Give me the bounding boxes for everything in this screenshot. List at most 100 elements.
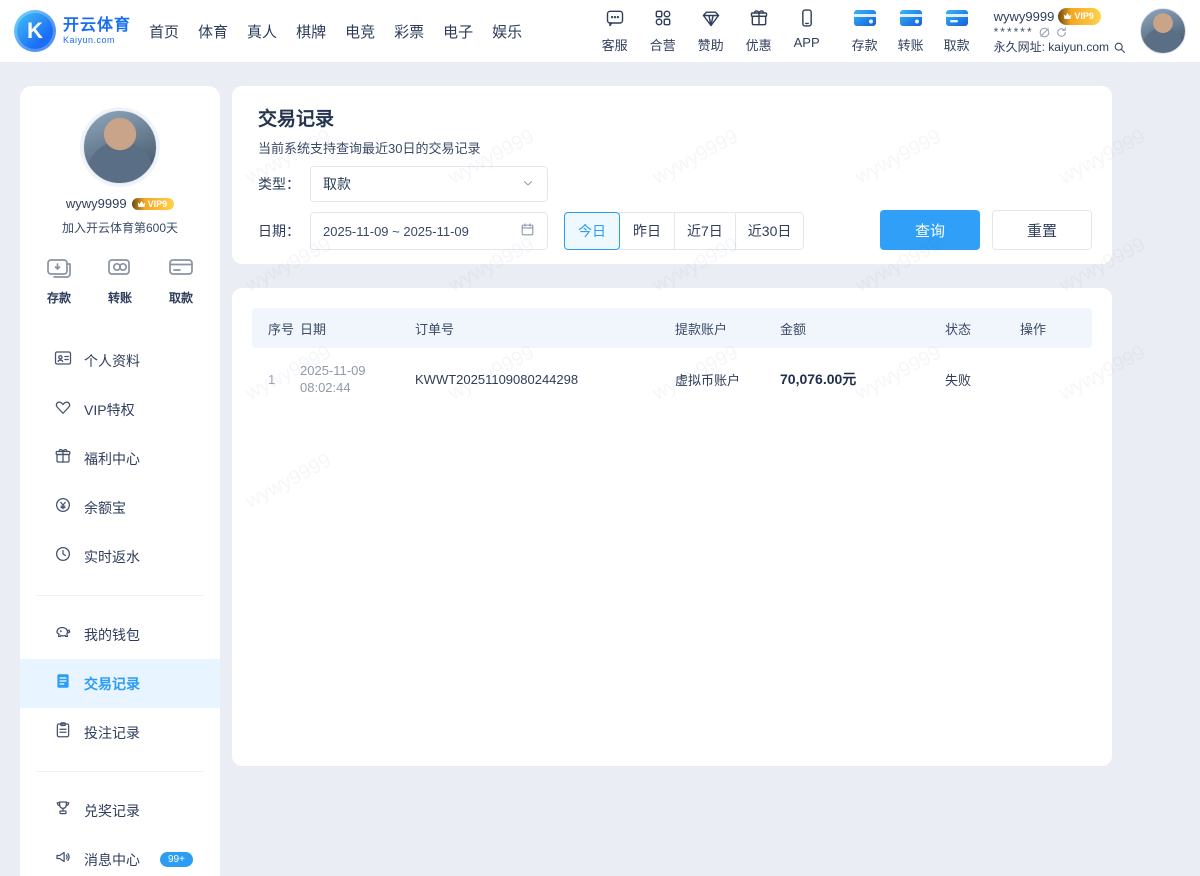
withdraw-outline-icon	[168, 256, 194, 283]
sidebar-item-messages[interactable]: 消息中心 99+	[20, 835, 220, 876]
main-nav: 首页 体育 真人 棋牌 电竞 彩票 电子 娱乐	[149, 21, 522, 42]
sidebar-deposit[interactable]: 存款	[46, 256, 72, 306]
id-card-icon	[54, 349, 72, 372]
topbar-withdraw[interactable]: 取款	[940, 8, 974, 54]
gift-icon	[749, 8, 769, 33]
nav-chess[interactable]: 棋牌	[296, 21, 326, 42]
grid-people-icon	[653, 8, 673, 33]
masked-balance: ******	[994, 25, 1034, 40]
menu-label: 交易记录	[84, 674, 140, 694]
nav-entertainment[interactable]: 娱乐	[492, 21, 522, 42]
sidebar-transfer[interactable]: 转账	[107, 256, 133, 306]
col-account: 提款账户	[675, 319, 780, 338]
logo-letter: K	[27, 18, 43, 44]
range-today-button[interactable]: 今日	[564, 212, 620, 250]
topbar-avatar[interactable]	[1140, 8, 1186, 54]
topbar-deposit[interactable]: 存款	[848, 8, 882, 54]
deposit-outline-icon	[46, 256, 72, 283]
app-root: K 开云体育 Kaiyun.com 首页 体育 真人 棋牌 电竞 彩票 电子 娱…	[0, 0, 1200, 876]
service-label: APP	[794, 35, 820, 50]
row-account: 虚拟币账户	[675, 370, 780, 389]
nav-home[interactable]: 首页	[149, 21, 179, 42]
col-date: 日期	[300, 319, 415, 338]
service-label: 客服	[602, 35, 628, 54]
date-range-input[interactable]: 2025-11-09 ~ 2025-11-09	[310, 212, 548, 250]
nav-lottery[interactable]: 彩票	[394, 21, 424, 42]
search-icon[interactable]	[1113, 41, 1126, 54]
phone-icon	[797, 8, 817, 33]
menu-label: 余额宝	[84, 498, 126, 518]
service-app[interactable]: APP	[790, 8, 824, 54]
sidebar-vip-level: VIP9	[148, 199, 168, 209]
sidebar: wywy9999 VIP9 加入开云体育第600天 存款 转账	[20, 86, 220, 876]
sidebar-item-rebate[interactable]: 实时返水	[20, 532, 220, 581]
page-title: 交易记录	[258, 104, 334, 131]
nav-live[interactable]: 真人	[247, 21, 277, 42]
piggy-bank-icon	[54, 623, 72, 646]
menu-label: 投注记录	[84, 723, 140, 743]
menu-label: 个人资料	[84, 351, 140, 371]
quick-action-label: 取款	[169, 289, 193, 306]
menu-label: 兑奖记录	[84, 801, 140, 821]
menu-divider	[36, 771, 204, 772]
service-label: 优惠	[746, 35, 772, 54]
reset-button[interactable]: 重置	[992, 210, 1092, 250]
col-status: 状态	[945, 319, 1020, 338]
sidebar-quick-actions: 存款 转账 取款	[20, 256, 220, 306]
service-partnership[interactable]: 合营	[646, 8, 680, 54]
calendar-icon	[520, 222, 535, 240]
row-date-time: 08:02:44	[300, 380, 351, 395]
topbar-transfer[interactable]: 转账	[894, 8, 928, 54]
nav-esports[interactable]: 电竞	[345, 21, 375, 42]
brand-logo[interactable]: K 开云体育 Kaiyun.com	[14, 10, 131, 52]
chevron-down-icon	[521, 176, 535, 193]
brand-domain: Kaiyun.com	[63, 35, 131, 45]
type-value: 取款	[323, 174, 351, 194]
sidebar-item-vip[interactable]: VIP特权	[20, 385, 220, 434]
heart-icon	[54, 398, 72, 421]
date-range-value: 2025-11-09 ~ 2025-11-09	[323, 224, 469, 239]
refresh-icon[interactable]	[1055, 26, 1068, 39]
range-7days-button[interactable]: 近7日	[674, 212, 736, 250]
sidebar-username: wywy9999	[66, 196, 127, 211]
transfer-outline-icon	[107, 256, 133, 283]
brand-name: 开云体育	[63, 17, 131, 35]
sidebar-item-welfare[interactable]: 福利中心	[20, 434, 220, 483]
records-table-card: 序号 日期 订单号 提款账户 金额 状态 操作 1 2025-11-09 08:…	[232, 288, 1112, 766]
sidebar-item-transactions[interactable]: 交易记录	[20, 659, 220, 708]
wallet-label: 取款	[944, 35, 970, 54]
range-30days-button[interactable]: 近30日	[735, 212, 805, 250]
type-label: 类型：	[258, 174, 310, 194]
menu-divider	[36, 595, 204, 596]
sidebar-item-wallet[interactable]: 我的钱包	[20, 610, 220, 659]
sidebar-avatar[interactable]	[83, 110, 157, 184]
service-sponsor[interactable]: 赞助	[694, 8, 728, 54]
transfer-card-icon	[899, 8, 923, 33]
page-subtitle: 当前系统支持查询最近30日的交易记录	[258, 138, 480, 157]
row-date-day: 2025-11-09	[300, 363, 366, 378]
table-row[interactable]: 1 2025-11-09 08:02:44 KWWT20251109080244…	[252, 348, 1092, 410]
chat-icon	[605, 8, 625, 33]
col-index: 序号	[252, 319, 300, 338]
eye-off-icon[interactable]	[1038, 26, 1051, 39]
col-action: 操作	[1020, 319, 1092, 338]
sidebar-item-yuebao[interactable]: 余额宝	[20, 483, 220, 532]
range-yesterday-button[interactable]: 昨日	[619, 212, 675, 250]
type-select[interactable]: 取款	[310, 166, 548, 202]
sidebar-item-prizes[interactable]: 兑奖记录	[20, 786, 220, 835]
gift-icon	[54, 447, 72, 470]
nav-sports[interactable]: 体育	[198, 21, 228, 42]
nav-slots[interactable]: 电子	[443, 21, 473, 42]
sidebar-item-bets[interactable]: 投注记录	[20, 708, 220, 757]
wallet-label: 转账	[898, 35, 924, 54]
diamond-icon	[701, 8, 721, 33]
service-promo[interactable]: 优惠	[742, 8, 776, 54]
menu-label: 消息中心	[84, 850, 140, 870]
sidebar-item-profile[interactable]: 个人资料	[20, 336, 220, 385]
topbar: K 开云体育 Kaiyun.com 首页 体育 真人 棋牌 电竞 彩票 电子 娱…	[0, 0, 1200, 62]
search-button[interactable]: 查询	[880, 210, 980, 250]
clipboard-list-icon	[54, 721, 72, 744]
service-support[interactable]: 客服	[598, 8, 632, 54]
sidebar-withdraw[interactable]: 取款	[168, 256, 194, 306]
service-label: 合营	[650, 35, 676, 54]
